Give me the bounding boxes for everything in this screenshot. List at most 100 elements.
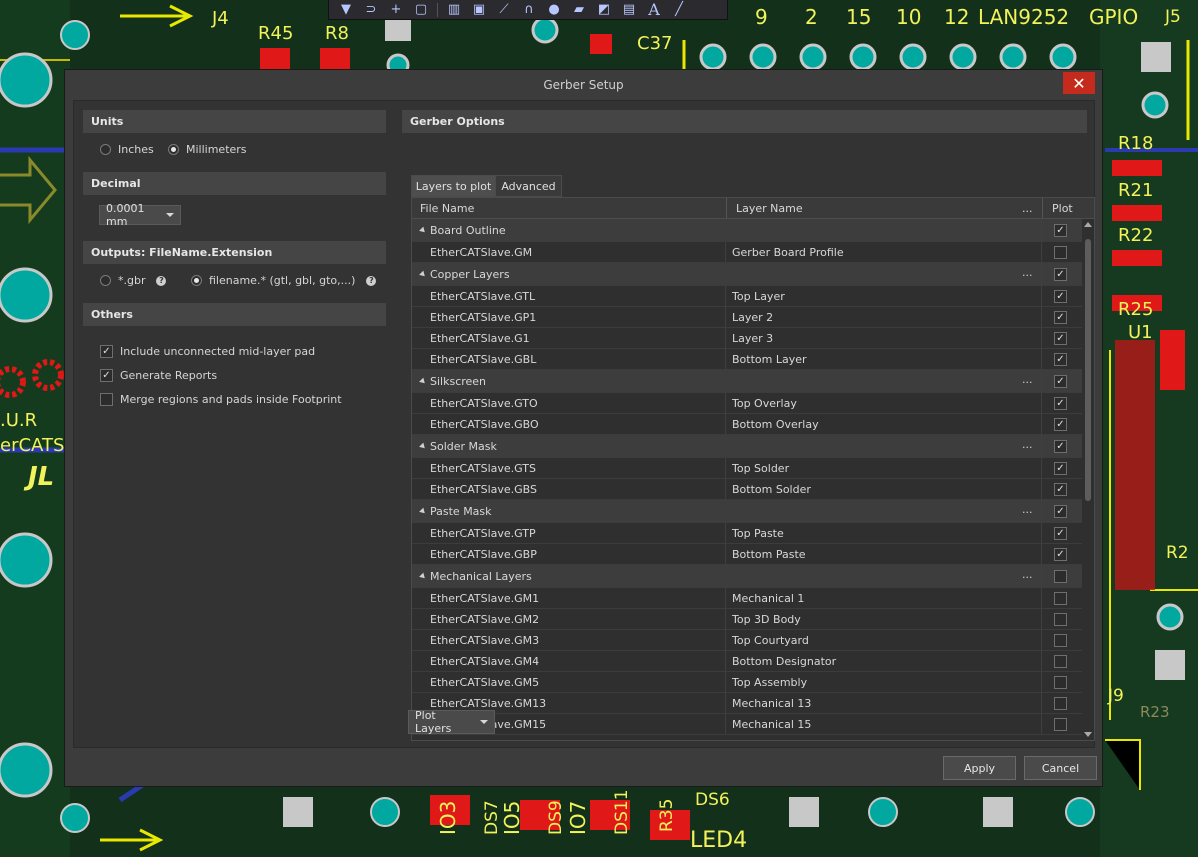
plot-checkbox[interactable] <box>1054 697 1067 710</box>
table-row[interactable]: EtherCATSlave.GM2 Top 3D Body <box>412 609 1082 630</box>
table-row[interactable]: EtherCATSlave.GM3 Top Courtyard <box>412 630 1082 651</box>
collapse-icon[interactable] <box>419 572 427 581</box>
column-header-layer-name[interactable]: Layer Name <box>736 202 803 215</box>
table-group-row[interactable]: Mechanical Layers... <box>412 565 1082 588</box>
component-icon[interactable]: ▣ <box>468 1 490 19</box>
plot-checkbox[interactable] <box>1054 718 1067 731</box>
merge-regions-checkbox[interactable]: Merge regions and pads inside Footprint <box>100 393 342 406</box>
filter-icon[interactable]: ▼ <box>335 1 357 19</box>
close-button[interactable]: ✕ <box>1063 72 1095 94</box>
scroll-down-icon[interactable] <box>1084 732 1092 737</box>
units-millimeters-radio[interactable]: Millimeters <box>168 143 247 156</box>
plot-checkbox[interactable]: ✓ <box>1054 462 1067 475</box>
plot-checkbox[interactable]: ✓ <box>1054 483 1067 496</box>
decimal-dropdown[interactable]: 0.0001 mm <box>99 202 181 228</box>
table-group-row[interactable]: Copper Layers... ✓ <box>412 263 1082 286</box>
table-row[interactable]: EtherCATSlave.GBS Bottom Solder ✓ <box>412 479 1082 500</box>
output-filename-radio[interactable]: filename.* (gtl, gbl, gto,...) ? <box>191 274 377 287</box>
table-row[interactable]: EtherCATSlave.GP1 Layer 2 ✓ <box>412 307 1082 328</box>
dialog-titlebar[interactable]: Gerber Setup <box>65 70 1102 100</box>
collapse-icon[interactable] <box>419 442 427 451</box>
units-inches-radio[interactable]: Inches <box>100 143 154 156</box>
table-row[interactable]: EtherCATSlave.GTL Top Layer ✓ <box>412 286 1082 307</box>
dimension-icon[interactable]: ▤ <box>618 1 640 19</box>
help-icon[interactable]: ? <box>156 275 167 286</box>
plot-checkbox[interactable]: ✓ <box>1054 224 1067 237</box>
plot-checkbox[interactable]: ✓ <box>1054 290 1067 303</box>
include-unconnected-checkbox[interactable]: ✓ Include unconnected mid-layer pad <box>100 345 315 358</box>
more-options-button[interactable]: ... <box>1022 503 1033 516</box>
tab-advanced[interactable]: Advanced <box>495 175 562 197</box>
plot-checkbox[interactable] <box>1054 613 1067 626</box>
collapse-icon[interactable] <box>419 507 427 516</box>
plot-checkbox[interactable]: ✓ <box>1054 311 1067 324</box>
table-scrollbar[interactable] <box>1082 219 1094 740</box>
table-row[interactable]: EtherCATSlave.GTO Top Overlay ✓ <box>412 393 1082 414</box>
place-icon[interactable]: ▰ <box>568 1 590 19</box>
collapse-icon[interactable] <box>419 270 427 279</box>
table-group-row[interactable]: Paste Mask... ✓ <box>412 500 1082 523</box>
table-row[interactable]: EtherCATSlave.G1 Layer 3 ✓ <box>412 328 1082 349</box>
scroll-up-icon[interactable] <box>1084 222 1092 227</box>
tab-layers-to-plot[interactable]: Layers to plot <box>411 175 496 197</box>
text-icon[interactable]: A <box>643 0 665 19</box>
checkbox[interactable] <box>100 393 113 406</box>
more-options-button[interactable]: ... <box>1022 568 1033 581</box>
route-icon[interactable]: ⊃ <box>360 1 382 19</box>
table-row[interactable]: EtherCATSlave.GBL Bottom Layer ✓ <box>412 349 1082 370</box>
plot-checkbox[interactable] <box>1054 676 1067 689</box>
more-options-button[interactable]: ... <box>1022 266 1033 279</box>
plot-checkbox[interactable]: ✓ <box>1054 397 1067 410</box>
polygon-icon[interactable]: ◩ <box>593 1 615 19</box>
checkbox[interactable]: ✓ <box>100 369 113 382</box>
arc-icon[interactable]: ∩ <box>518 1 540 19</box>
plot-checkbox[interactable] <box>1054 246 1067 259</box>
plot-checkbox[interactable] <box>1054 634 1067 647</box>
collapse-icon[interactable] <box>419 377 427 386</box>
generate-reports-checkbox[interactable]: ✓ Generate Reports <box>100 369 217 382</box>
plot-checkbox[interactable]: ✓ <box>1054 268 1067 281</box>
table-row[interactable]: EtherCATSlave.GM1 Mechanical 1 <box>412 588 1082 609</box>
radio-button[interactable] <box>168 144 179 155</box>
plot-checkbox[interactable]: ✓ <box>1054 353 1067 366</box>
plot-checkbox[interactable]: ✓ <box>1054 332 1067 345</box>
table-row[interactable]: EtherCATSlave.GTS Top Solder ✓ <box>412 458 1082 479</box>
table-row[interactable]: EtherCATSlave.GBP Bottom Paste ✓ <box>412 544 1082 565</box>
plot-checkbox[interactable]: ✓ <box>1054 548 1067 561</box>
plot-checkbox[interactable]: ✓ <box>1054 418 1067 431</box>
plot-layers-button[interactable]: Plot Layers <box>408 709 495 735</box>
table-row[interactable]: EtherCATSlave.GM4 Bottom Designator <box>412 651 1082 672</box>
net-icon[interactable]: ⟋ <box>493 1 515 19</box>
column-header-more[interactable]: ... <box>1022 202 1033 215</box>
table-row[interactable]: EtherCATSlave.GM5 Top Assembly <box>412 672 1082 693</box>
table-row[interactable]: EtherCATSlave.GTP Top Paste ✓ <box>412 523 1082 544</box>
table-group-row[interactable]: Board Outline ✓ <box>412 219 1082 242</box>
line-icon[interactable]: ╱ <box>668 1 690 19</box>
more-options-button[interactable]: ... <box>1022 373 1033 386</box>
plot-checkbox[interactable]: ✓ <box>1054 505 1067 518</box>
column-header-file-name[interactable]: File Name <box>420 202 474 215</box>
plot-checkbox[interactable] <box>1054 570 1067 583</box>
output-gbr-radio[interactable]: *.gbr ? <box>100 274 167 287</box>
cancel-button[interactable]: Cancel <box>1024 756 1097 780</box>
plot-checkbox[interactable] <box>1054 655 1067 668</box>
collapse-icon[interactable] <box>419 226 427 235</box>
table-row[interactable]: EtherCATSlave.GM15Mechanical 15 <box>412 714 1082 735</box>
table-row[interactable]: EtherCATSlave.GBO Bottom Overlay ✓ <box>412 414 1082 435</box>
help-icon[interactable]: ? <box>366 275 377 286</box>
table-row[interactable]: EtherCATSlave.GM13 Mechanical 13 <box>412 693 1082 714</box>
more-options-button[interactable]: ... <box>1022 438 1033 451</box>
radio-button[interactable] <box>100 144 111 155</box>
plus-icon[interactable]: + <box>385 1 407 19</box>
radio-button[interactable] <box>100 275 111 286</box>
select-rect-icon[interactable]: ▢ <box>410 1 432 19</box>
plot-checkbox[interactable]: ✓ <box>1054 527 1067 540</box>
scrollbar-thumb[interactable] <box>1085 239 1091 501</box>
table-row[interactable]: EtherCATSlave.GM Gerber Board Profile <box>412 242 1082 263</box>
column-header-plot[interactable]: Plot <box>1052 202 1073 215</box>
pin-icon[interactable]: ● <box>543 1 565 19</box>
radio-button[interactable] <box>191 275 202 286</box>
table-group-row[interactable]: Silkscreen... ✓ <box>412 370 1082 393</box>
checkbox[interactable]: ✓ <box>100 345 113 358</box>
apply-button[interactable]: Apply <box>943 756 1016 780</box>
